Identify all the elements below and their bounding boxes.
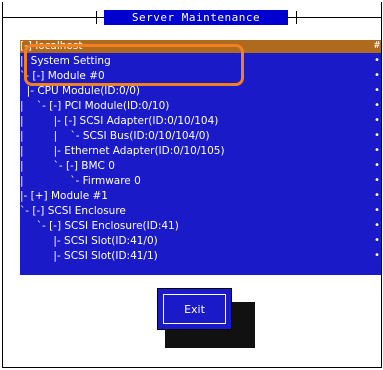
annotation-highlight-box <box>24 44 244 86</box>
tree-item-scsi-enclosure-41[interactable]: `- [-] SCSI Enclosure(ID:41) <box>20 220 179 233</box>
tree-item-pci-module[interactable]: | `- [-] PCI Module(ID:0/10) <box>20 100 169 113</box>
tree-item-label: |- [+] Module #1 <box>20 190 108 202</box>
scrollbar-track-dot: • <box>374 160 381 171</box>
tree-item-label: | `- Firmware 0 <box>20 175 141 187</box>
exit-button[interactable]: Exit <box>157 288 232 330</box>
title-tick-left <box>96 11 97 24</box>
tree-item-firmware-0[interactable]: | `- Firmware 0 <box>20 175 141 188</box>
tree-item-label: | |- Ethernet Adapter(ID:0/10/105) <box>20 145 225 157</box>
tree-item-bmc-0[interactable]: | `- [-] BMC 0 <box>20 160 115 173</box>
tree-item-label: `- [-] SCSI Enclosure <box>20 205 126 217</box>
title-tick-right <box>296 11 297 24</box>
title-rule-left <box>2 17 104 18</box>
tree-item-scsi-adapter[interactable]: | |- [-] SCSI Adapter(ID:0/10/104) <box>20 115 218 128</box>
tree-item-label: |- CPU Module(ID:0/0) <box>20 85 141 97</box>
scrollbar-track-dot: • <box>374 70 381 81</box>
scrollbar-track-dot: • <box>374 100 381 111</box>
tree-item-scsi-bus[interactable]: | | `- SCSI Bus(ID:0/10/104/0) <box>20 130 210 143</box>
tree-item-scsi-slot-41-1[interactable]: |- SCSI Slot(ID:41/1) <box>20 250 158 263</box>
tree-item-label: `- [-] SCSI Enclosure(ID:41) <box>20 220 179 232</box>
window-title: Server Maintenance Utility <box>104 10 288 39</box>
exit-button-label: Exit <box>163 294 226 324</box>
tree-item-scsi-slot-41-0[interactable]: |- SCSI Slot(ID:41/0) <box>20 235 158 248</box>
tree-item-label: |- SCSI Slot(ID:41/1) <box>20 250 158 262</box>
scrollbar-track-dot: • <box>374 205 381 216</box>
tree-item-label: |- SCSI Slot(ID:41/0) <box>20 235 158 247</box>
title-rule-right <box>288 17 381 18</box>
tree-item-label: | |- [-] SCSI Adapter(ID:0/10/104) <box>20 115 219 127</box>
scrollbar-track-dot: • <box>374 145 381 156</box>
scrollbar-track-dot: • <box>374 130 381 141</box>
scrollbar-track-dot: • <box>374 220 381 231</box>
scrollbar-track-dot: • <box>374 175 381 186</box>
scrollbar-track-dot: • <box>374 55 381 66</box>
tree-item-ethernet-adapter[interactable]: | |- Ethernet Adapter(ID:0/10/105) <box>20 145 225 158</box>
scrollbar-track-dot: • <box>374 115 381 126</box>
tree-item-label: | `- [-] BMC 0 <box>20 160 115 172</box>
tree-item-module-1[interactable]: |- [+] Module #1 <box>20 190 108 203</box>
tree-item-label: | `- [-] PCI Module(ID:0/10) <box>20 100 170 112</box>
scrollbar-track-dot: • <box>374 190 381 201</box>
scrollbar-track-dot: • <box>374 235 381 246</box>
tree-item-cpu-module[interactable]: |- CPU Module(ID:0/0) <box>20 85 140 98</box>
scrollbar-track-dot: • <box>374 250 381 261</box>
tree-item-scsi-enclosure[interactable]: `- [-] SCSI Enclosure <box>20 205 126 218</box>
scrollbar-marker[interactable]: # <box>374 40 380 51</box>
tree-item-label: | | `- SCSI Bus(ID:0/10/104/0) <box>20 130 210 142</box>
scrollbar-track-dot: • <box>374 85 381 96</box>
